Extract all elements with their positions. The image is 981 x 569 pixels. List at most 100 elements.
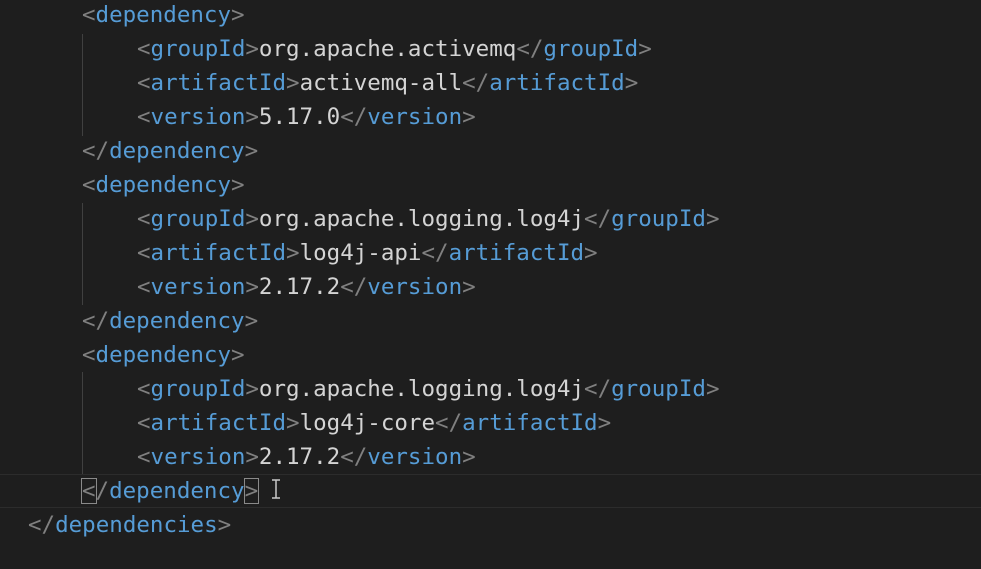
code-line[interactable]: <groupId>org.apache.activemq</groupId> [0,32,981,66]
tag-open-bracket: < [137,444,151,470]
element-value: org.apache.activemq [258,36,517,62]
code-line[interactable]: <version>2.17.2</version> [0,440,981,474]
tag-name: dependency [109,308,245,334]
tag-close-bracket: > [244,308,259,334]
tag-open-bracket: < [82,342,96,368]
tag-name: artifactId [150,70,287,96]
tag-name: dependency [95,2,232,28]
tag-open-bracket: < [82,172,96,198]
tag-close-bracket: > [244,138,259,164]
tag-open-bracket: </ [462,70,490,96]
tag-open-bracket: < [82,2,96,28]
code-line-content: <groupId>org.apache.activemq</groupId> [137,32,652,66]
code-line[interactable]: </dependency> [0,304,981,338]
tag-name: groupId [150,206,246,232]
code-line-content: </dependency> [82,304,258,338]
tag-close-bracket: > [286,240,300,266]
element-value: activemq-all [299,70,463,96]
tag-name: dependency [109,478,245,504]
tag-close-bracket: > [231,342,245,368]
code-line-content: <version>2.17.2</version> [137,440,476,474]
tag-open-bracket: </ [82,138,110,164]
tag-name: dependency [109,138,245,164]
tag-name: dependency [95,172,232,198]
element-value: 2.17.2 [258,274,341,300]
tag-name: groupId [611,206,706,232]
tag-close-bracket: > [217,512,232,538]
code-line[interactable]: <artifactId>activemq-all</artifactId> [0,66,981,100]
tag-name: dependency [95,342,232,368]
tag-close-bracket: > [245,36,259,62]
tag-close-bracket: > [286,410,300,436]
tag-close-bracket: > [705,376,720,402]
tag-close-bracket: > [597,410,612,436]
code-editor[interactable]: <dependency> <groupId>org.apache.activemq… [0,0,981,569]
tag-close-bracket: > [245,206,259,232]
element-value: 5.17.0 [258,104,341,130]
code-line-content: <artifactId>activemq-all</artifactId> [137,66,638,100]
tag-name: groupId [150,376,246,402]
tag-close-bracket: > [705,206,720,232]
tag-open-bracket: </ [340,444,368,470]
tag-close-bracket: > [245,274,259,300]
code-line-content: <dependency> [82,0,245,32]
tag-open-bracket: </ [584,206,612,232]
code-line[interactable]: </dependency> [0,134,981,168]
code-line[interactable]: </dependency> [0,474,981,508]
tag-open-bracket: </ [435,410,463,436]
tag-name: artifactId [462,410,598,436]
code-line[interactable]: <groupId>org.apache.logging.log4j</group… [0,202,981,236]
element-value: 2.17.2 [258,444,341,470]
code-line[interactable]: <groupId>org.apache.logging.log4j</group… [0,372,981,406]
tag-name: groupId [543,36,639,62]
tag-open-bracket: < [137,240,151,266]
tag-name: version [150,104,246,130]
code-line[interactable]: <artifactId>log4j-api</artifactId> [0,236,981,270]
element-value: org.apache.logging.log4j [258,376,585,402]
tag-open-bracket: </ [421,240,449,266]
tag-close-bracket: > [462,444,476,470]
tag-close-bracket: > [286,70,300,96]
code-line[interactable]: </dependencies> [0,508,981,542]
tag-open-bracket: </ [340,104,368,130]
code-line-content: <dependency> [82,338,245,372]
tag-name: version [150,274,246,300]
code-line-content: <groupId>org.apache.logging.log4j</group… [137,202,720,236]
element-value: log4j-api [299,240,422,266]
text-cursor-icon [272,479,280,499]
tag-name: artifactId [489,70,625,96]
code-line-content: </dependency> [81,475,260,507]
tag-open-bracket: < [137,376,151,402]
tag-name: version [367,104,463,130]
code-line[interactable]: <dependency> [0,168,981,202]
tag-open-bracket: </ [28,512,56,538]
tag-name: version [367,444,463,470]
tag-open-bracket: </ [82,308,110,334]
code-line[interactable]: <dependency> [0,338,981,372]
tag-name: groupId [150,36,246,62]
code-line[interactable]: <version>5.17.0</version> [0,100,981,134]
code-line[interactable]: <dependency> [0,0,981,32]
code-line-content: <dependency> [82,168,245,202]
tag-open-bracket: </ [340,274,368,300]
tag-close-bracket: > [462,104,476,130]
tag-close-bracket: > [245,444,259,470]
code-line-content: </dependencies> [28,508,231,542]
tag-open-bracket: </ [584,376,612,402]
tag-open-bracket: < [137,70,151,96]
code-line-content: <version>2.17.2</version> [137,270,476,304]
tag-open-bracket: </ [516,36,544,62]
tag-close-bracket: > [638,36,652,62]
tag-open-bracket: < [137,206,151,232]
bracket-match-highlight: > [243,478,260,504]
tag-close-bracket: > [584,240,598,266]
code-line[interactable]: <artifactId>log4j-core</artifactId> [0,406,981,440]
code-line[interactable]: <version>2.17.2</version> [0,270,981,304]
code-line-content: <groupId>org.apache.logging.log4j</group… [137,372,720,406]
element-value: org.apache.logging.log4j [258,206,585,232]
tag-open-bracket: < [137,104,151,130]
tag-close-bracket: > [624,70,639,96]
tag-close-bracket: > [245,376,259,402]
element-value: log4j-core [299,410,436,436]
code-line-content: <artifactId>log4j-core</artifactId> [137,406,611,440]
